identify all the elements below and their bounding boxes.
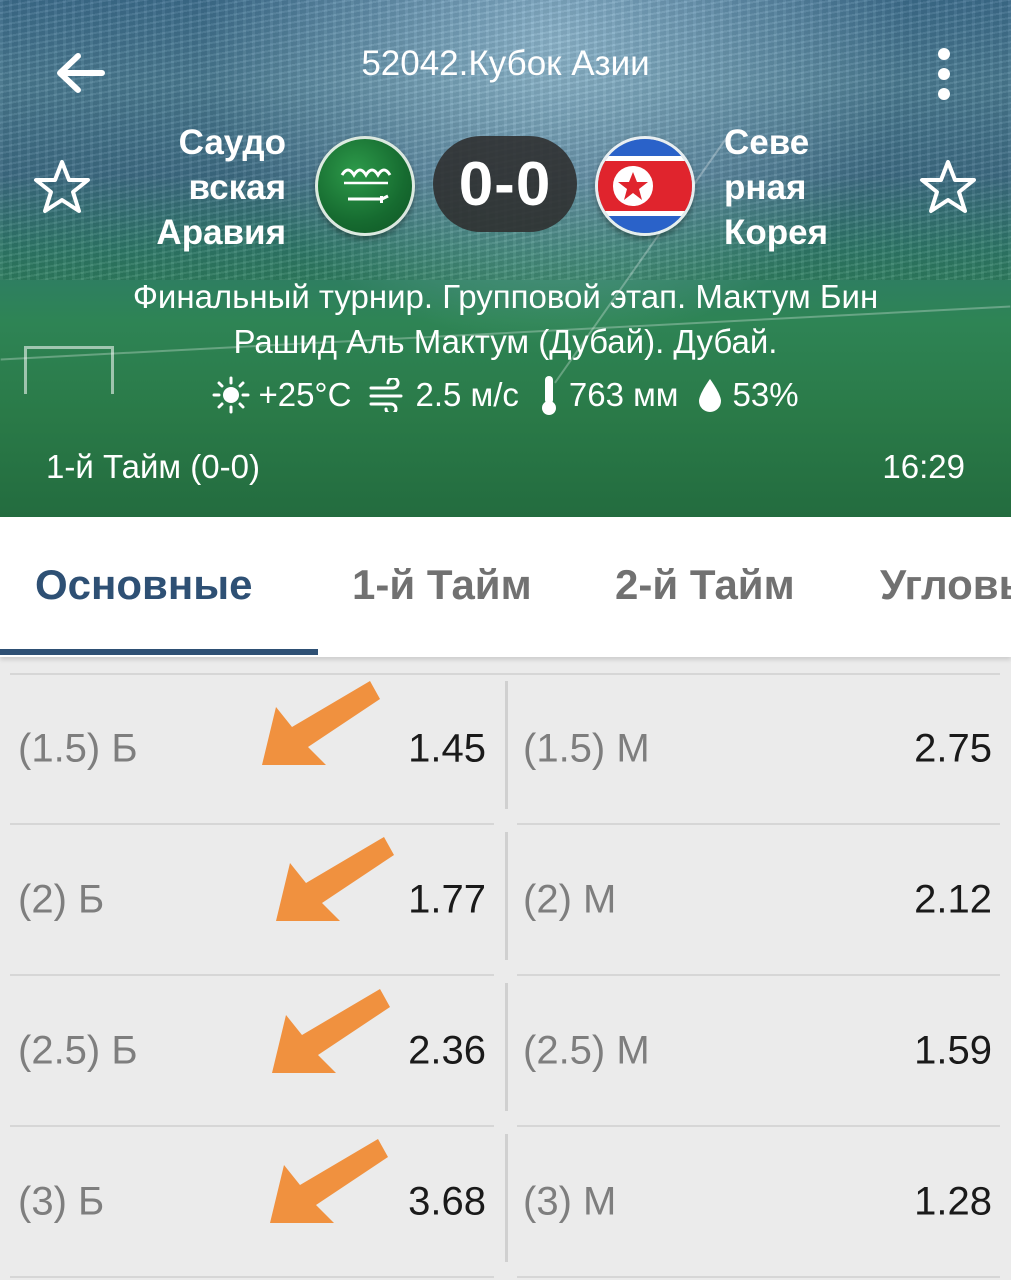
odds-label: (1.5) Б (18, 726, 138, 771)
divider (505, 983, 508, 1111)
odds-cell-over[interactable]: (3) Б 3.68 (10, 1128, 494, 1278)
odds-value: 1.45 (408, 726, 486, 771)
home-team-name-line: Саудо (178, 123, 286, 162)
odds-value: 3.68 (408, 1179, 486, 1224)
weather-pressure: 763 мм (537, 374, 679, 416)
venue-line: Рашид Аль Мактум (Дубай). Дубай. (233, 323, 778, 360)
weather-temperature: +25°C (212, 376, 351, 414)
tab-corners[interactable]: Угловые (880, 561, 1011, 609)
saudi-arabia-flag-icon (315, 136, 415, 236)
odds-cell-over[interactable]: (1.5) Б 1.45 (10, 675, 494, 825)
odds-label: (3) М (523, 1179, 617, 1224)
divider (505, 832, 508, 960)
odds-label: (1.5) М (523, 726, 650, 771)
divider (505, 681, 508, 809)
odds-cell-under[interactable]: (2) М 2.12 (517, 826, 1000, 976)
match-period: 1-й Тайм (0-0) (46, 448, 260, 485)
odds-cell-over[interactable]: (2.5) Б 2.36 (10, 977, 494, 1127)
home-team-name: Саудо вская Аравия (140, 120, 286, 255)
market-tabs: Основные 1-й Тайм 2-й Тайм Угловые (0, 517, 1011, 657)
match-header: 52042.Кубок Азии Саудо вская Аравия 0-0 (0, 0, 1011, 517)
odds-cell-under[interactable]: (3) М 1.28 (517, 1128, 1000, 1278)
away-team-name-line: рная (724, 168, 807, 207)
star-outline-icon (920, 160, 976, 213)
divider (505, 1134, 508, 1262)
pressure-value: 763 мм (568, 376, 679, 413)
home-team-name-line: вская (188, 168, 286, 207)
odds-value: 2.12 (914, 877, 992, 922)
wind-value: 2.5 м/с (415, 376, 519, 413)
water-drop-icon (699, 379, 722, 412)
odds-cell-under[interactable]: (1.5) М 2.75 (517, 675, 1000, 825)
odds-value: 1.28 (914, 1179, 992, 1224)
star-outline-icon (34, 160, 90, 213)
score-display: 0-0 (433, 136, 577, 232)
sun-icon (212, 376, 250, 414)
odds-label: (2) М (523, 877, 617, 922)
humidity-value: 53% (732, 376, 799, 413)
odds-value: 2.75 (914, 726, 992, 771)
weather-humidity: 53% (696, 376, 799, 414)
active-tab-indicator (0, 649, 318, 655)
tab-second-half[interactable]: 2-й Тайм (615, 561, 795, 609)
odds-label: (2) Б (18, 877, 105, 922)
more-menu-button[interactable] (924, 46, 964, 102)
favorite-away-button[interactable] (918, 158, 978, 216)
odds-value: 1.59 (914, 1028, 992, 1073)
away-team-name-line: Корея (724, 213, 829, 252)
wind-icon (369, 378, 403, 412)
odds-cell-over[interactable]: (2) Б 1.77 (10, 826, 494, 976)
weather-wind: 2.5 м/с (369, 376, 519, 414)
temperature-value: +25°C (258, 376, 352, 413)
home-team-name-line: Аравия (156, 213, 286, 252)
match-title: 52042.Кубок Азии (361, 44, 650, 83)
match-clock: 16:29 (882, 448, 965, 485)
more-vertical-icon (938, 48, 950, 100)
venue-line: Финальный турнир. Групповой этап. Мактум… (132, 278, 879, 315)
odds-cell-under[interactable]: (2.5) М 1.59 (517, 977, 1000, 1127)
totals-odds-grid: (1.5) Б 1.45 (1.5) М 2.75 (2) Б 1.77 (2)… (0, 657, 1011, 1280)
north-korea-flag-icon (595, 136, 695, 236)
odds-value: 2.36 (408, 1028, 486, 1073)
odds-label: (2.5) Б (18, 1028, 138, 1073)
tab-main[interactable]: Основные (35, 561, 252, 609)
weather-bar: +25°C 2.5 м/с 763 мм 53% (0, 372, 1011, 418)
venue-info: Финальный турнир. Групповой этап. Мактум… (40, 274, 971, 364)
odds-label: (2.5) М (523, 1028, 650, 1073)
away-team-name-line: Севе (724, 123, 810, 162)
away-team-name: Севе рная Корея (724, 120, 884, 255)
odds-label: (3) Б (18, 1179, 105, 1224)
favorite-home-button[interactable] (32, 158, 92, 216)
tab-first-half[interactable]: 1-й Тайм (352, 561, 532, 609)
odds-value: 1.77 (408, 877, 486, 922)
thermometer-icon (541, 376, 556, 415)
